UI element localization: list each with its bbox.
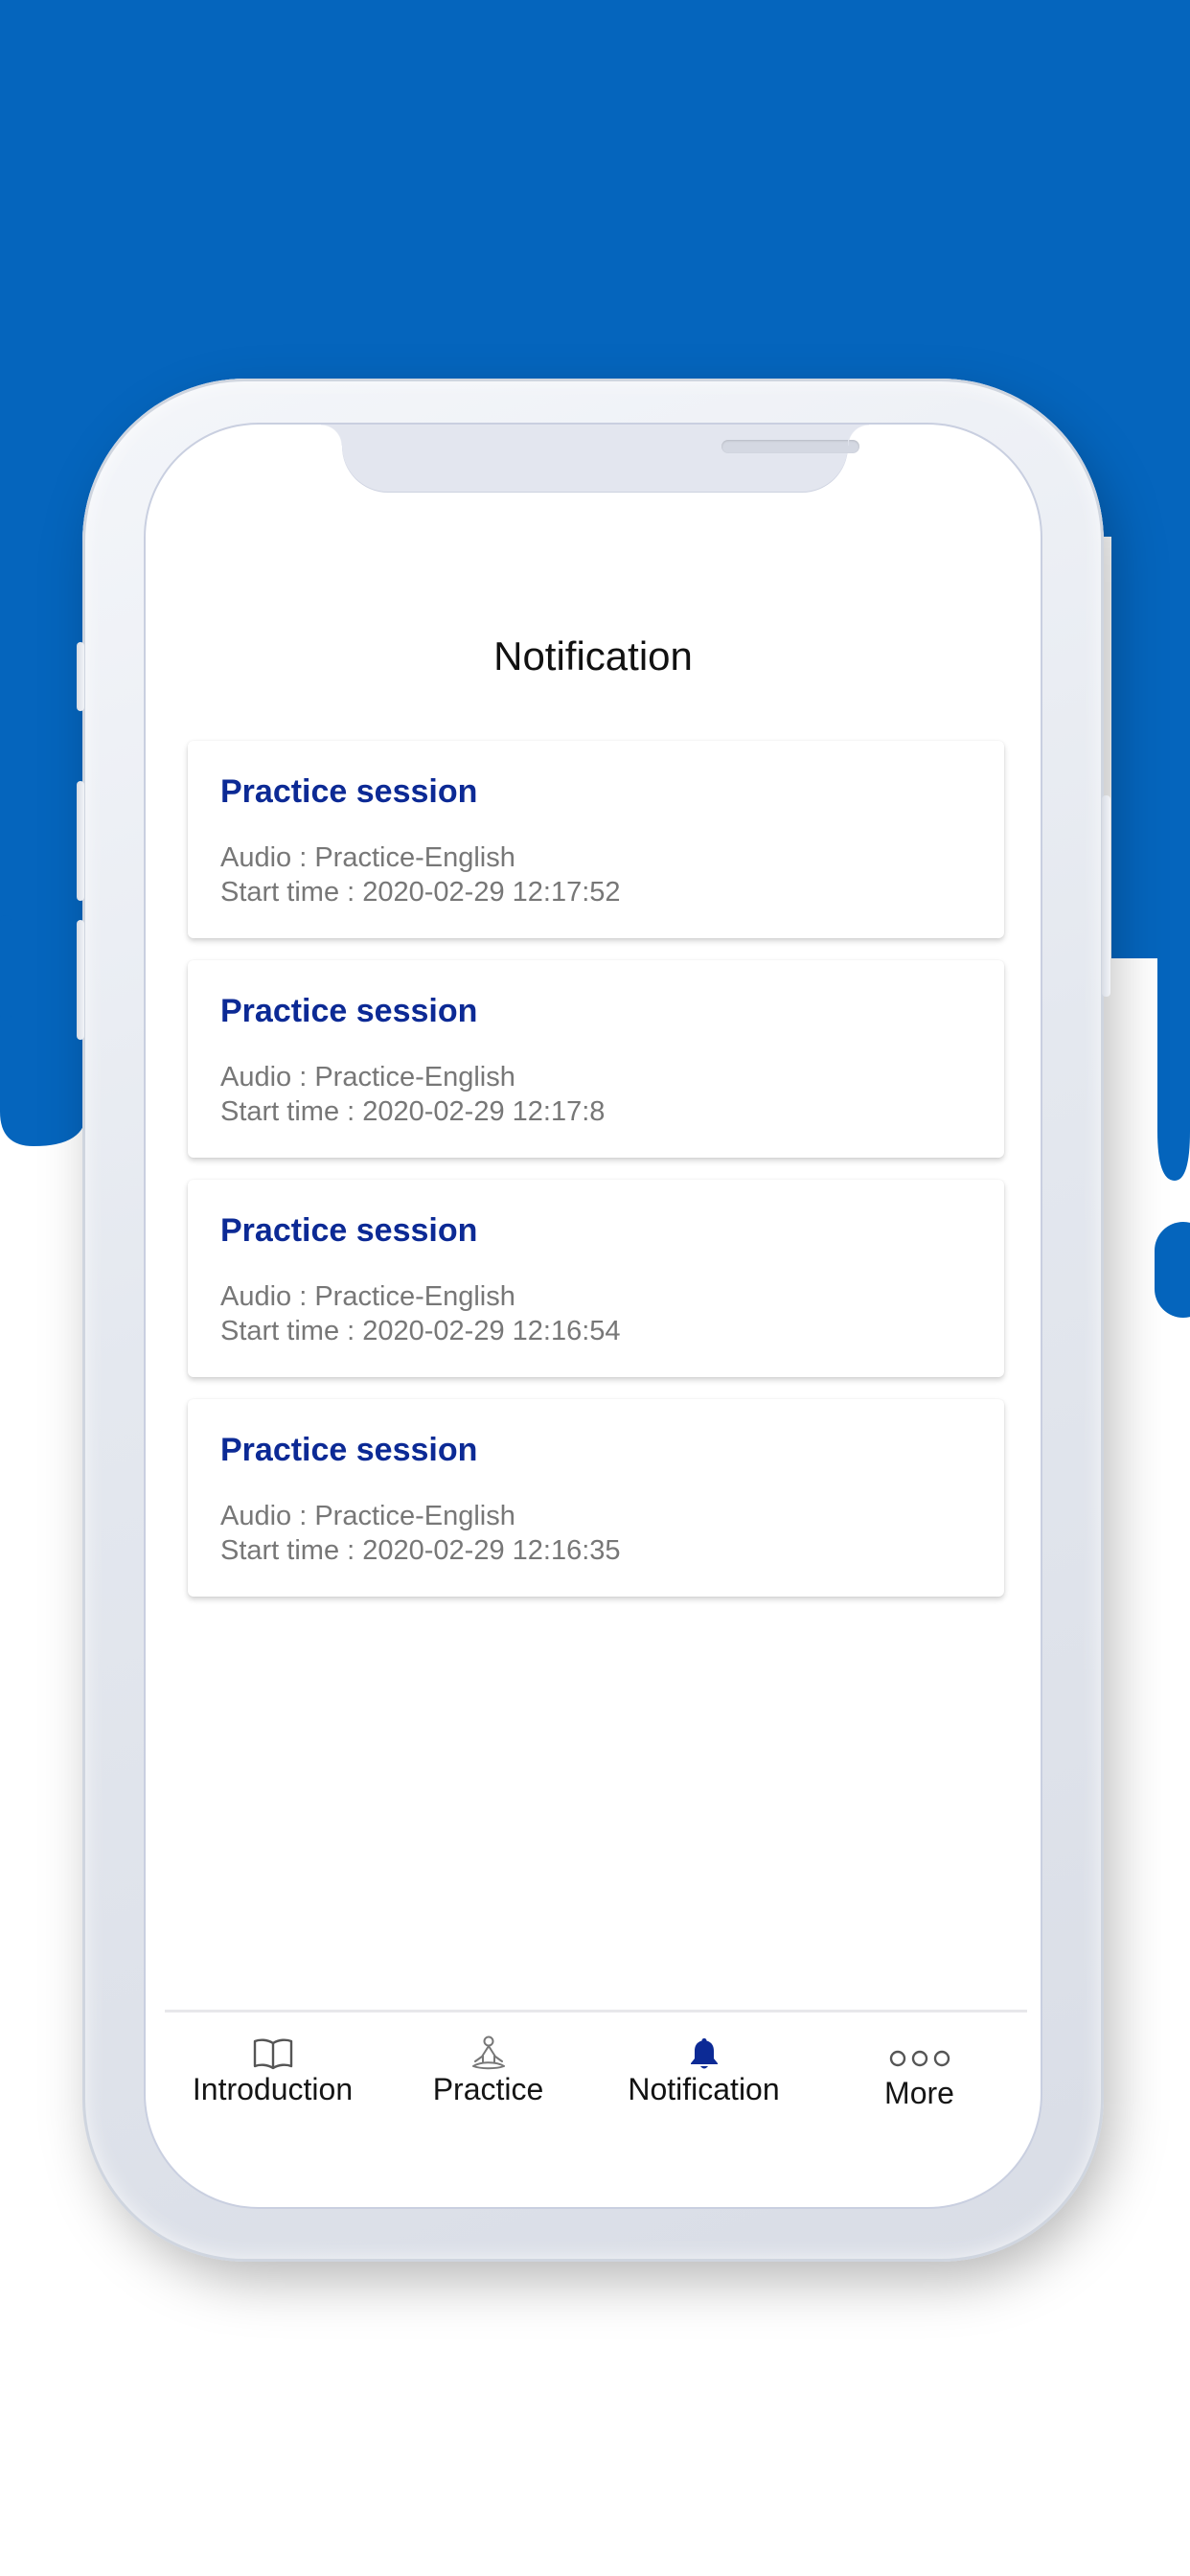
book-icon [253, 2038, 292, 2070]
tab-label: Introduction [192, 2072, 354, 2106]
notification-card[interactable]: Practice session Audio : Practice-Englis… [188, 960, 1004, 1158]
notification-card[interactable]: Practice session Audio : Practice-Englis… [188, 1180, 1004, 1377]
notification-start-time: Start time : 2020-02-29 12:17:52 [220, 877, 621, 908]
speaker-grille [721, 440, 859, 453]
notification-title: Practice session [220, 1432, 478, 1468]
tab-introduction[interactable]: Introduction [165, 2012, 380, 2156]
notification-start-time: Start time : 2020-02-29 12:17:8 [220, 1096, 606, 1127]
notification-start-time: Start time : 2020-02-29 12:16:35 [220, 1535, 621, 1566]
bottom-tab-bar: Introduction Practice Notification More [165, 2010, 1027, 2156]
notification-audio: Audio : Practice-English [220, 842, 515, 873]
notification-card[interactable]: Practice session Audio : Practice-Englis… [188, 1399, 1004, 1597]
tab-label: More [884, 2076, 954, 2110]
more-dots-icon [889, 2050, 950, 2067]
notification-audio: Audio : Practice-English [220, 1501, 515, 1531]
phone-notch [321, 425, 869, 492]
meditation-icon [471, 2036, 505, 2070]
notification-card[interactable]: Practice session Audio : Practice-Englis… [188, 741, 1004, 938]
side-button [1102, 795, 1110, 997]
notification-title: Practice session [220, 1212, 478, 1249]
tab-label: Practice [432, 2072, 544, 2106]
side-button [77, 642, 84, 711]
tab-practice[interactable]: Practice [380, 2012, 596, 2156]
bell-icon [690, 2038, 718, 2069]
notification-audio: Audio : Practice-English [220, 1281, 515, 1312]
tab-notification[interactable]: Notification [596, 2012, 812, 2156]
phone-screen: Notification Practice session Audio : Pr… [146, 425, 1041, 2207]
tab-label: Notification [628, 2072, 780, 2106]
tab-more[interactable]: More [812, 2012, 1027, 2156]
notification-audio: Audio : Practice-English [220, 1062, 515, 1092]
notification-title: Practice session [220, 773, 478, 810]
notification-title: Practice session [220, 993, 478, 1029]
page-title: Notification [493, 633, 693, 678]
side-button [77, 781, 84, 901]
side-button [77, 920, 84, 1040]
notification-start-time: Start time : 2020-02-29 12:16:54 [220, 1316, 621, 1346]
